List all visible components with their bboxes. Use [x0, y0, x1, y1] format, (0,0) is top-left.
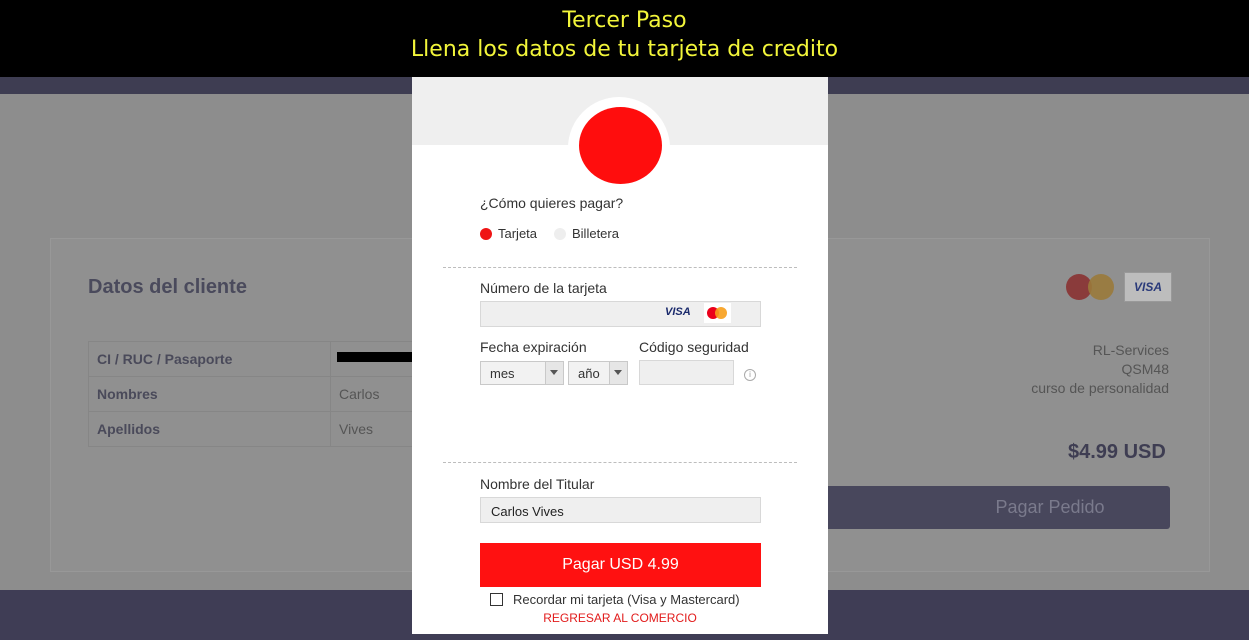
radio-wallet[interactable]: [554, 228, 566, 240]
visa-icon: VISA: [665, 306, 691, 318]
holder-name-input[interactable]: Carlos Vives: [480, 497, 761, 523]
radio-card-label[interactable]: Tarjeta: [498, 226, 537, 241]
pay-order-label: Pagar Pedido: [995, 497, 1105, 517]
mastercard-icon: [704, 303, 731, 323]
merchant-name: RL-Services: [1092, 342, 1169, 358]
order-price: $4.99 USD: [1068, 441, 1166, 463]
row-label: Nombres: [88, 376, 331, 412]
banner-step-title: Tercer Paso: [562, 8, 687, 33]
instruction-banner: Tercer Paso Llena los datos de tu tarjet…: [0, 0, 1249, 77]
month-select-value: mes: [490, 366, 515, 381]
redacted-id-bar: [337, 352, 412, 362]
divider: [443, 462, 797, 463]
table-row: Apellidos Vives: [88, 411, 418, 447]
divider: [443, 267, 797, 268]
table-row: Nombres Carlos: [88, 376, 418, 412]
row-value: Carlos: [330, 376, 418, 412]
customer-section-title: Datos del cliente: [88, 276, 247, 298]
row-label: CI / RUC / Pasaporte: [88, 341, 331, 377]
pay-button[interactable]: Pagar USD 4.99: [480, 543, 761, 587]
pay-order-button[interactable]: Pagar Pedido: [790, 486, 1170, 529]
row-value: Vives: [330, 411, 418, 447]
visa-logo: VISA: [1124, 272, 1172, 302]
remember-card-label[interactable]: Recordar mi tarjeta (Visa y Mastercard): [513, 592, 740, 607]
cvv-input[interactable]: [639, 360, 734, 385]
banner-instruction: Llena los datos de tu tarjeta de credito: [410, 37, 839, 62]
card-number-label: Número de la tarjeta: [480, 280, 607, 296]
expiry-label: Fecha expiración: [480, 339, 587, 355]
product-name: curso de personalidad: [1031, 380, 1169, 396]
remember-card-checkbox[interactable]: [490, 593, 503, 606]
month-select[interactable]: mes: [480, 361, 564, 385]
cvv-label: Código seguridad: [639, 339, 749, 355]
year-select-value: año: [578, 366, 600, 381]
return-to-merchant-link[interactable]: REGRESAR AL COMERCIO: [412, 611, 828, 625]
radio-card[interactable]: [480, 228, 492, 240]
order-code: QSM48: [1121, 361, 1169, 377]
info-icon[interactable]: i: [744, 369, 756, 381]
radio-wallet-label[interactable]: Billetera: [572, 226, 619, 241]
year-select[interactable]: año: [568, 361, 628, 385]
row-label: Apellidos: [88, 411, 331, 447]
mastercard-logo: [1066, 274, 1114, 300]
holder-label: Nombre del Titular: [480, 476, 595, 492]
merchant-logo-icon: [579, 107, 662, 184]
payment-modal: ¿Cómo quieres pagar? Tarjeta Billetera N…: [412, 77, 828, 634]
chevron-down-icon: [545, 362, 563, 384]
payment-method-question: ¿Cómo quieres pagar?: [480, 195, 624, 211]
chevron-down-icon: [609, 362, 627, 384]
